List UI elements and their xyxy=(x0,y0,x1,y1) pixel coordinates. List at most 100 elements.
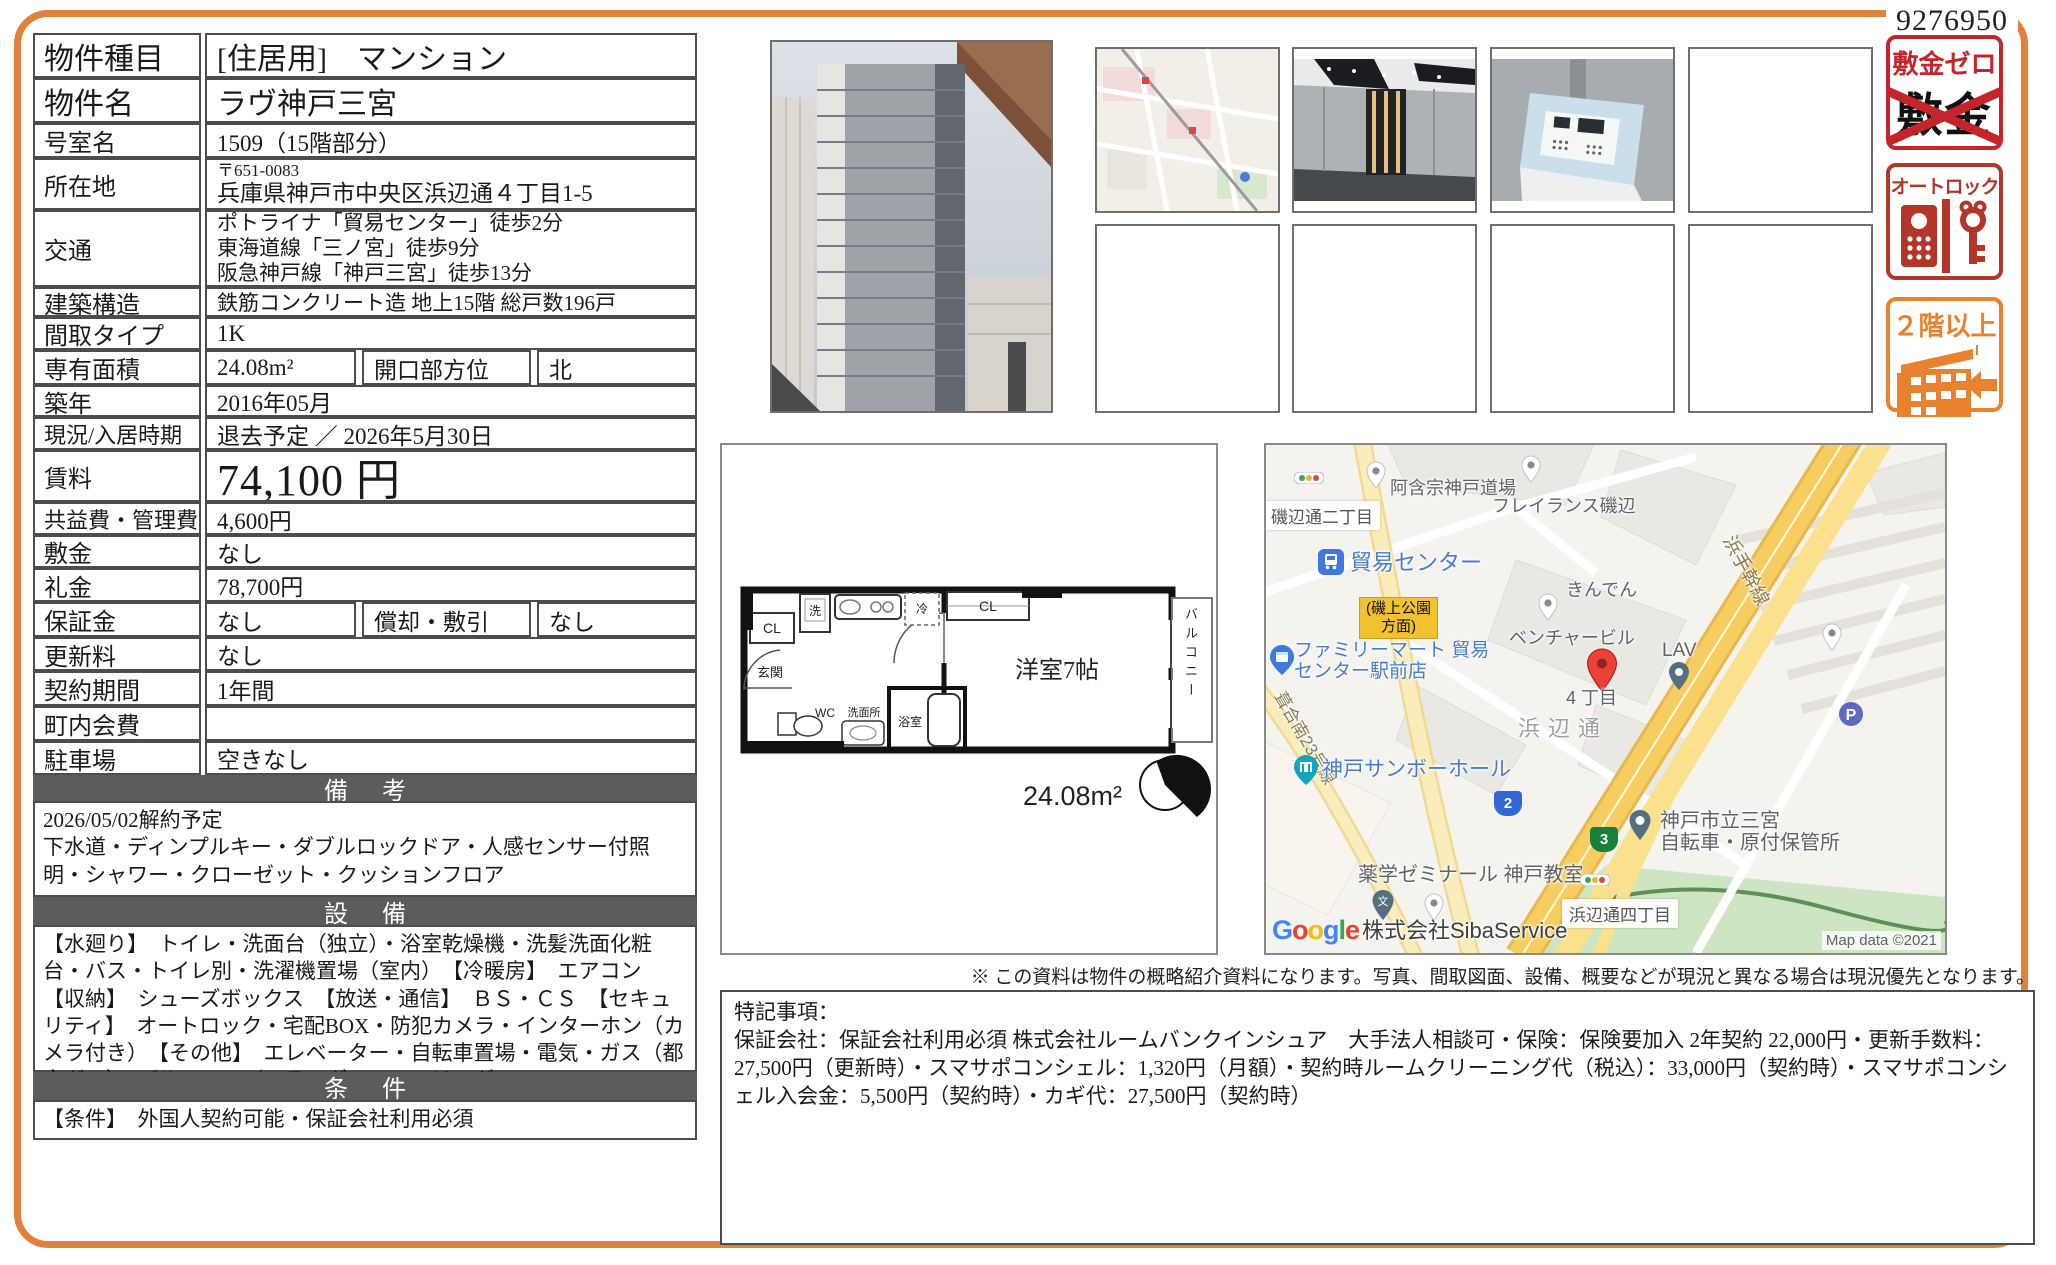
badge-no-deposit: 敷金ゼロ 敷金 xyxy=(1886,35,2003,150)
convenience-store-icon xyxy=(1270,645,1294,680)
postal-code: 〒651-0083 xyxy=(217,161,299,181)
special-notes-title: 特記事項： xyxy=(734,998,2021,1026)
disclaimer-note: ※ この資料は物件の概略紹介資料になります。写真、間取図面、設備、概要などが現況… xyxy=(720,962,2035,989)
row-value: 4,600円 xyxy=(205,502,697,535)
section-header-remarks: 備 考 xyxy=(33,775,697,801)
row-label: 礼金 xyxy=(33,568,201,602)
badge-title: オートロック xyxy=(1890,172,1999,199)
parking-icon: P xyxy=(1838,701,1864,732)
row-label: 専有面積 xyxy=(33,350,201,385)
poi-pin-icon xyxy=(1521,455,1541,488)
row-value: なし xyxy=(537,602,697,637)
area-map: 磯辺通二丁目 阿含宗神戸道場 フレイランス磯辺 貿易センター (磯上公園 方面)… xyxy=(1264,443,1947,955)
row-label: 保証金 xyxy=(33,602,201,637)
block-label: 4 丁目 xyxy=(1566,689,1617,708)
autolock-icon xyxy=(1895,199,1995,273)
badge-title: 敷金ゼロ xyxy=(1890,44,1999,81)
lobby-photo-image xyxy=(1294,59,1475,221)
row-value: 24.08m² xyxy=(205,350,356,385)
remarks-line: 2026/05/02解約予定 xyxy=(43,807,687,834)
direction-sign: (磯上公園 方面) xyxy=(1359,597,1438,639)
district-label: 浜辺通四丁目 xyxy=(1562,899,1678,928)
row-value: 空きなし xyxy=(205,741,697,775)
poi-label: フレイランス磯辺 xyxy=(1492,497,1636,516)
area-label: 浜辺通 xyxy=(1518,717,1608,740)
empty-photo-cell xyxy=(1292,224,1477,413)
poi-label: きんでん xyxy=(1566,581,1637,600)
row-value xyxy=(205,706,697,741)
logo-letter: G xyxy=(1272,915,1292,945)
row-label: 間取タイプ xyxy=(33,317,201,350)
poi-label: LAV xyxy=(1662,641,1697,661)
row-value: 1年間 xyxy=(205,671,697,706)
row-value: 1K xyxy=(205,317,697,350)
traffic-light-icon xyxy=(1580,873,1610,891)
svg-text:P: P xyxy=(1846,707,1857,724)
row-value: なし xyxy=(205,535,697,568)
remarks-content: 2026/05/02解約予定 下水道・ディンプルキー・ダブルロックドア・人感セン… xyxy=(33,801,697,897)
route-shield-2: 2 xyxy=(1494,791,1522,816)
floorplan-bath-label: 浴室 xyxy=(898,714,922,729)
hall-icon xyxy=(1294,755,1318,790)
row-value: 78,700円 xyxy=(205,568,697,602)
poi-pin-icon xyxy=(1538,593,1558,626)
row-value: なし xyxy=(205,602,356,637)
intercom-photo-image xyxy=(1492,59,1673,221)
map-thumbnail-image xyxy=(1097,49,1278,211)
section-header-conditions: 条 件 xyxy=(33,1072,697,1100)
store-label-line: センター駅前店 xyxy=(1294,662,1427,682)
badge-autolock: オートロック xyxy=(1886,163,2003,280)
floorplan-washroom-label: 洗面所 xyxy=(848,706,881,719)
special-notes-body: 保証会社：保証会社利用必須 株式会社ルームバンクインシュア 大手法人相談可・保険… xyxy=(734,1026,2021,1110)
row-value: [住居用] マンション xyxy=(205,33,697,78)
store-label-line: ファミリーマート 貿易 xyxy=(1294,641,1489,661)
floorplan-wc-label: WC xyxy=(815,706,835,720)
floorplan-entrance-label: 玄関 xyxy=(757,665,783,680)
row-label: 駐車場 xyxy=(33,741,201,775)
remarks-line: 下水道・ディンプルキー・ダブルロックドア・人感センサー付照明・シャワー・クローゼ… xyxy=(43,834,687,889)
hall-label: 神戸サンボーホール xyxy=(1322,759,1511,781)
floorplan-balcony-label: バルコニー xyxy=(1181,607,1200,702)
section-header-equipment: 設 備 xyxy=(33,897,697,925)
route-number: 3 xyxy=(1600,831,1608,848)
row-label: 建築構造 xyxy=(33,287,201,317)
row-label: 敷金 xyxy=(33,535,201,568)
traffic-light-icon xyxy=(1294,471,1324,489)
floorplan-closet-label: CL xyxy=(979,598,997,614)
equipment-content: 【水廻り】 トイレ・洗面台（独立）・浴室乾燥機・洗髪洗面化粧台・バス・トイレ別・… xyxy=(33,925,697,1072)
map-copyright: Map data ©2021 xyxy=(1822,931,1941,950)
company-label: 株式会社SibaService xyxy=(1362,919,1567,942)
poi-pin-icon xyxy=(1822,623,1842,656)
conditions-content: 【条件】 外国人契約可能・保証会社利用必須 xyxy=(33,1100,697,1140)
building-photo-image xyxy=(772,42,1051,411)
empty-photo-cell xyxy=(1688,47,1873,213)
row-label: 交通 xyxy=(33,210,201,287)
google-logo: Google xyxy=(1272,915,1359,946)
empty-photo-cell xyxy=(1490,224,1675,413)
row-label: 契約期間 xyxy=(33,671,201,706)
row-label: 築年 xyxy=(33,385,201,417)
logo-letter: e xyxy=(1345,915,1359,945)
compass-icon xyxy=(1140,745,1216,823)
row-value: 1509（15階部分） xyxy=(205,123,697,158)
transit-line: 東海道線「三ノ宮」徒歩9分 xyxy=(217,236,480,261)
badge-title: ２階以上 xyxy=(1890,306,1999,343)
row-label: 町内会費 xyxy=(33,706,201,741)
row-value: ポトライナ「貿易センター」徒歩2分 東海道線「三ノ宮」徒歩9分 阪急神戸線「神戸… xyxy=(205,210,697,287)
map-thumbnail xyxy=(1095,47,1280,213)
property-sheet: 9276950 物件種目 [住居用] マンション 物件名 ラヴ神戸三宮 号室名 … xyxy=(0,0,2056,1265)
row-label: 現況/入居時期 xyxy=(33,417,201,450)
row-label: 更新料 xyxy=(33,637,201,671)
document-id: 9276950 xyxy=(1896,4,2008,38)
storage-pin-icon xyxy=(1628,809,1652,846)
station-icon xyxy=(1318,549,1344,580)
intercom-photo xyxy=(1490,47,1675,213)
row-value: 鉄筋コンクリート造 地上15階 総戸数196戸 xyxy=(205,287,697,317)
empty-photo-cell xyxy=(1688,224,1873,413)
transit-line: 阪急神戸線「神戸三宮」徒歩13分 xyxy=(217,261,532,286)
floorplan-drawing: CL CL 洗 冷 玄関 WC 洗面所 浴室 洋室7帖 24.08m² xyxy=(722,445,1216,953)
upper-floor-building-icon xyxy=(1893,343,1997,417)
direction-line: (磯上公園 xyxy=(1366,600,1431,618)
district-label: 磯辺通二丁目 xyxy=(1264,501,1380,530)
poi-pin-icon xyxy=(1366,461,1386,494)
